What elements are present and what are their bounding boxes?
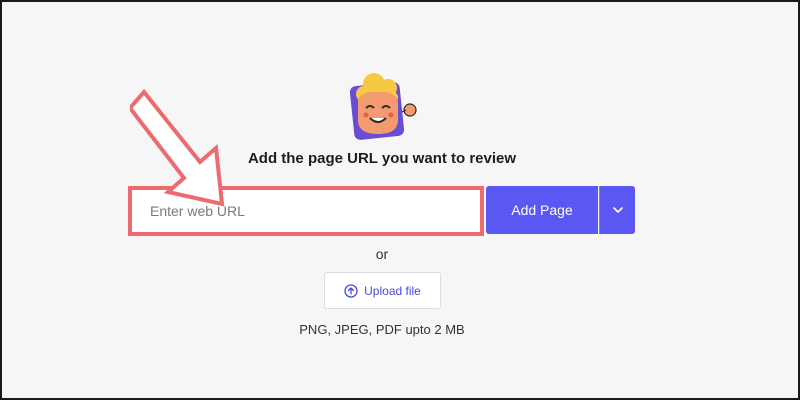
upload-file-button[interactable]: Upload file <box>324 272 441 309</box>
or-separator: or <box>375 246 389 262</box>
upload-icon <box>344 283 358 298</box>
add-page-button[interactable]: Add Page <box>486 186 598 234</box>
chevron-down-icon <box>612 207 623 213</box>
add-page-dropdown-button[interactable] <box>599 186 635 234</box>
supported-formats-note: PNG, JPEG, PDF upto 2 MB <box>299 322 465 337</box>
arrow-annotation <box>130 88 225 207</box>
page-frame: Add the page URL you want to review Add … <box>0 0 800 400</box>
page-title: Add the page URL you want to review <box>247 150 517 167</box>
upload-file-label: Upload file <box>364 283 421 298</box>
mascot-illustration <box>349 73 417 140</box>
